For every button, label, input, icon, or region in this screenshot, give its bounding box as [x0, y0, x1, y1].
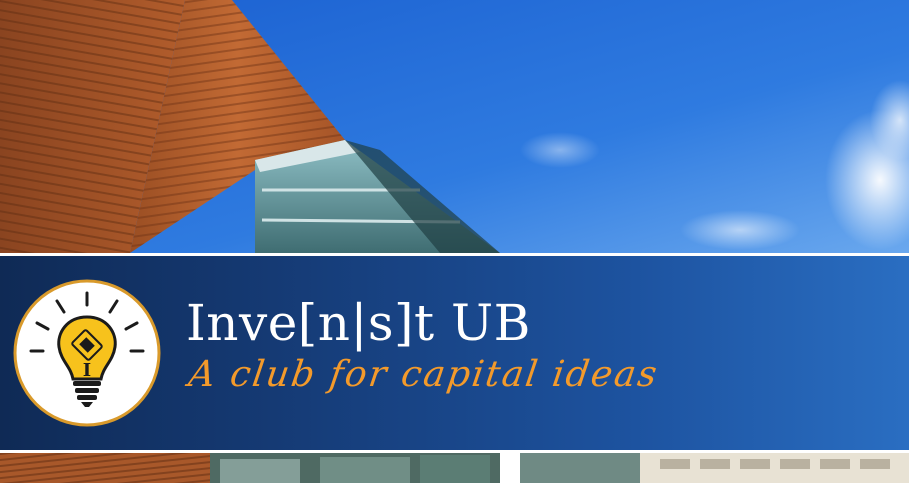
- hero-image-bottom: [0, 453, 909, 483]
- logo[interactable]: I: [13, 279, 161, 427]
- building-photo-strip: [0, 453, 909, 483]
- site-title: Inve[n|s]t UB: [186, 294, 531, 352]
- site-tagline: A club for capital ideas: [186, 354, 662, 395]
- header-banner: I Inve[n|s]t UB A club for capital ideas: [0, 256, 909, 450]
- lightbulb-icon: I: [13, 279, 161, 427]
- hero-image-top: [0, 0, 909, 253]
- logo-emblem-letter: I: [83, 360, 91, 381]
- building-sky-photo: [0, 0, 909, 253]
- page: I Inve[n|s]t UB A club for capital ideas: [0, 0, 909, 483]
